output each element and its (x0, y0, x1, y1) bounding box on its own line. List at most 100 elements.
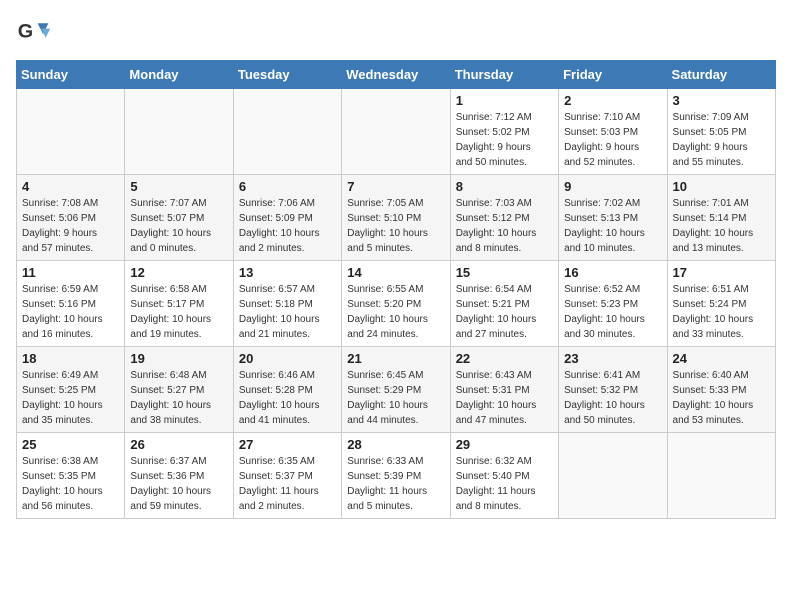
calendar-cell: 23 Sunrise: 6:41 AM Sunset: 5:32 PM Dayli… (559, 347, 667, 433)
calendar-cell (17, 89, 125, 175)
calendar-cell: 8Sunrise: 7:03 AM Sunset: 5:12 PM Daylig… (450, 175, 558, 261)
day-info: Sunrise: 7:06 AM Sunset: 5:09 PM Dayligh… (239, 196, 336, 256)
calendar-cell: 4 Sunrise: 7:08 AM Sunset: 5:06 PM Daylig… (17, 175, 125, 261)
calendar-cell: 20 Sunrise: 6:46 AM Sunset: 5:28 PM Dayli… (233, 347, 341, 433)
day-info: Sunrise: 6:46 AM Sunset: 5:28 PM Dayligh… (239, 368, 336, 428)
calendar-table: SundayMondayTuesdayWednesdayThursdayFrid… (16, 60, 776, 519)
day-info: Sunrise: 7:03 AM Sunset: 5:12 PM Dayligh… (456, 196, 553, 256)
day-info: Sunrise: 6:57 AM Sunset: 5:18 PM Dayligh… (239, 282, 336, 342)
day-header-sunday: Sunday (17, 61, 125, 89)
day-number: 24 (673, 351, 770, 366)
calendar-cell: 13 Sunrise: 6:57 AM Sunset: 5:18 PM Dayli… (233, 261, 341, 347)
day-number: 29 (456, 437, 553, 452)
day-number: 6 (239, 179, 336, 194)
day-info: Sunrise: 6:54 AM Sunset: 5:21 PM Dayligh… (456, 282, 553, 342)
day-info: Sunrise: 6:59 AM Sunset: 5:16 PM Dayligh… (22, 282, 119, 342)
calendar-cell: 26 Sunrise: 6:37 AM Sunset: 5:36 PM Dayli… (125, 433, 233, 519)
day-number: 9 (564, 179, 661, 194)
day-info: Sunrise: 6:33 AM Sunset: 5:39 PM Dayligh… (347, 454, 444, 514)
day-info: Sunrise: 6:49 AM Sunset: 5:25 PM Dayligh… (22, 368, 119, 428)
calendar-cell: 25 Sunrise: 6:38 AM Sunset: 5:35 PM Dayli… (17, 433, 125, 519)
day-number: 20 (239, 351, 336, 366)
logo-icon: G (16, 16, 52, 52)
day-number: 1 (456, 93, 553, 108)
calendar-cell (342, 89, 450, 175)
day-number: 11 (22, 265, 119, 280)
day-header-wednesday: Wednesday (342, 61, 450, 89)
day-number: 17 (673, 265, 770, 280)
day-number: 25 (22, 437, 119, 452)
calendar-cell: 29 Sunrise: 6:32 AM Sunset: 5:40 PM Dayli… (450, 433, 558, 519)
calendar-week-5: 25 Sunrise: 6:38 AM Sunset: 5:35 PM Dayli… (17, 433, 776, 519)
day-info: Sunrise: 6:41 AM Sunset: 5:32 PM Dayligh… (564, 368, 661, 428)
day-info: Sunrise: 7:08 AM Sunset: 5:06 PM Dayligh… (22, 196, 119, 256)
day-number: 12 (130, 265, 227, 280)
calendar-cell (667, 433, 775, 519)
calendar-cell: 7 Sunrise: 7:05 AM Sunset: 5:10 PM Daylig… (342, 175, 450, 261)
day-header-thursday: Thursday (450, 61, 558, 89)
day-number: 23 (564, 351, 661, 366)
calendar-cell: 18 Sunrise: 6:49 AM Sunset: 5:25 PM Dayli… (17, 347, 125, 433)
day-number: 21 (347, 351, 444, 366)
calendar-cell (233, 89, 341, 175)
day-number: 27 (239, 437, 336, 452)
calendar-cell: 19 Sunrise: 6:48 AM Sunset: 5:27 PM Dayli… (125, 347, 233, 433)
day-number: 5 (130, 179, 227, 194)
day-info: Sunrise: 6:40 AM Sunset: 5:33 PM Dayligh… (673, 368, 770, 428)
day-info: Sunrise: 6:52 AM Sunset: 5:23 PM Dayligh… (564, 282, 661, 342)
day-number: 22 (456, 351, 553, 366)
calendar-week-2: 4 Sunrise: 7:08 AM Sunset: 5:06 PM Daylig… (17, 175, 776, 261)
calendar-header-row: SundayMondayTuesdayWednesdayThursdayFrid… (17, 61, 776, 89)
calendar-cell: 24 Sunrise: 6:40 AM Sunset: 5:33 PM Dayli… (667, 347, 775, 433)
calendar-cell: 22 Sunrise: 6:43 AM Sunset: 5:31 PM Dayli… (450, 347, 558, 433)
calendar-cell: 2Sunrise: 7:10 AM Sunset: 5:03 PM Daylig… (559, 89, 667, 175)
day-info: Sunrise: 7:02 AM Sunset: 5:13 PM Dayligh… (564, 196, 661, 256)
calendar-cell: 27 Sunrise: 6:35 AM Sunset: 5:37 PM Dayli… (233, 433, 341, 519)
day-number: 10 (673, 179, 770, 194)
day-number: 3 (673, 93, 770, 108)
day-number: 2 (564, 93, 661, 108)
day-number: 16 (564, 265, 661, 280)
day-number: 19 (130, 351, 227, 366)
calendar-cell: 11 Sunrise: 6:59 AM Sunset: 5:16 PM Dayli… (17, 261, 125, 347)
calendar-cell: 6 Sunrise: 7:06 AM Sunset: 5:09 PM Daylig… (233, 175, 341, 261)
calendar-cell: 21 Sunrise: 6:45 AM Sunset: 5:29 PM Dayli… (342, 347, 450, 433)
day-info: Sunrise: 6:43 AM Sunset: 5:31 PM Dayligh… (456, 368, 553, 428)
day-info: Sunrise: 7:05 AM Sunset: 5:10 PM Dayligh… (347, 196, 444, 256)
day-info: Sunrise: 6:55 AM Sunset: 5:20 PM Dayligh… (347, 282, 444, 342)
calendar-cell: 10 Sunrise: 7:01 AM Sunset: 5:14 PM Dayli… (667, 175, 775, 261)
day-header-saturday: Saturday (667, 61, 775, 89)
day-info: Sunrise: 6:45 AM Sunset: 5:29 PM Dayligh… (347, 368, 444, 428)
calendar-cell: 28 Sunrise: 6:33 AM Sunset: 5:39 PM Dayli… (342, 433, 450, 519)
day-info: Sunrise: 6:37 AM Sunset: 5:36 PM Dayligh… (130, 454, 227, 514)
day-number: 15 (456, 265, 553, 280)
day-number: 4 (22, 179, 119, 194)
day-number: 28 (347, 437, 444, 452)
day-header-monday: Monday (125, 61, 233, 89)
day-header-tuesday: Tuesday (233, 61, 341, 89)
day-info: Sunrise: 6:38 AM Sunset: 5:35 PM Dayligh… (22, 454, 119, 514)
calendar-week-4: 18 Sunrise: 6:49 AM Sunset: 5:25 PM Dayli… (17, 347, 776, 433)
calendar-cell: 14 Sunrise: 6:55 AM Sunset: 5:20 PM Dayli… (342, 261, 450, 347)
day-number: 7 (347, 179, 444, 194)
day-number: 26 (130, 437, 227, 452)
day-info: Sunrise: 7:09 AM Sunset: 5:05 PM Dayligh… (673, 110, 770, 170)
calendar-cell (125, 89, 233, 175)
day-info: Sunrise: 7:01 AM Sunset: 5:14 PM Dayligh… (673, 196, 770, 256)
day-number: 13 (239, 265, 336, 280)
day-info: Sunrise: 6:48 AM Sunset: 5:27 PM Dayligh… (130, 368, 227, 428)
calendar-cell (559, 433, 667, 519)
day-info: Sunrise: 7:07 AM Sunset: 5:07 PM Dayligh… (130, 196, 227, 256)
calendar-cell: 16 Sunrise: 6:52 AM Sunset: 5:23 PM Dayli… (559, 261, 667, 347)
day-number: 18 (22, 351, 119, 366)
calendar-cell: 17 Sunrise: 6:51 AM Sunset: 5:24 PM Dayli… (667, 261, 775, 347)
svg-text:G: G (18, 21, 33, 43)
day-info: Sunrise: 6:51 AM Sunset: 5:24 PM Dayligh… (673, 282, 770, 342)
day-number: 14 (347, 265, 444, 280)
day-info: Sunrise: 6:58 AM Sunset: 5:17 PM Dayligh… (130, 282, 227, 342)
day-header-friday: Friday (559, 61, 667, 89)
calendar-cell: 15 Sunrise: 6:54 AM Sunset: 5:21 PM Dayli… (450, 261, 558, 347)
day-info: Sunrise: 6:35 AM Sunset: 5:37 PM Dayligh… (239, 454, 336, 514)
day-info: Sunrise: 6:32 AM Sunset: 5:40 PM Dayligh… (456, 454, 553, 514)
calendar-cell: 3 Sunrise: 7:09 AM Sunset: 5:05 PM Daylig… (667, 89, 775, 175)
